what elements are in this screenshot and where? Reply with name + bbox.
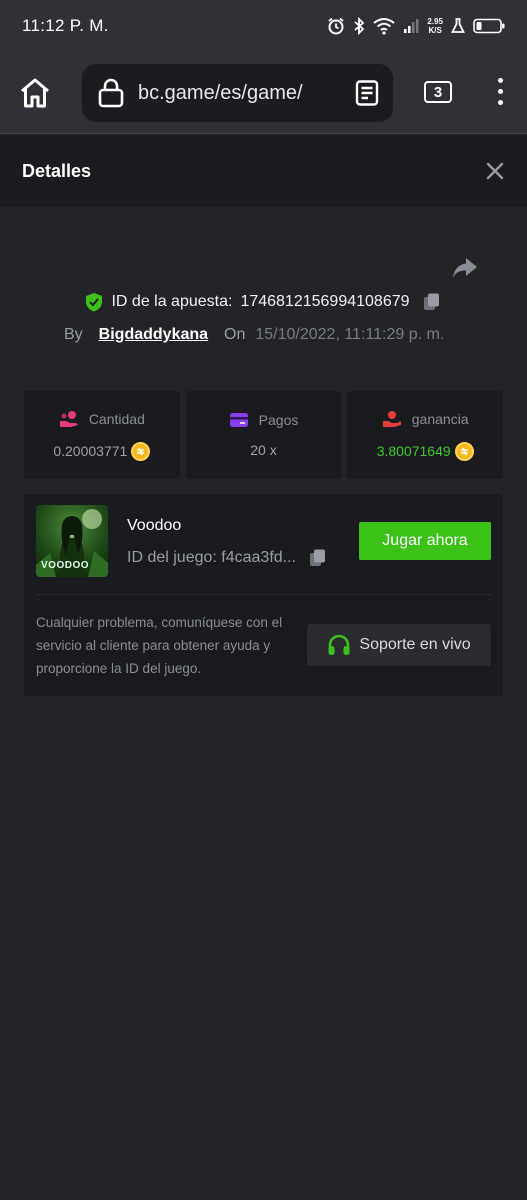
net-speed-unit: K/S — [428, 26, 442, 35]
stat-card-amount: Cantidad 0.20003771 — [24, 391, 180, 479]
lock-icon — [98, 78, 124, 108]
headphones-icon — [328, 634, 350, 655]
browser-toolbar: bc.game/es/game/ 3 — [0, 52, 527, 134]
username-link[interactable]: Bigdaddykana — [99, 326, 208, 344]
close-icon[interactable] — [485, 161, 505, 181]
modal-title: Detalles — [22, 160, 92, 181]
reader-mode-icon[interactable] — [355, 80, 379, 106]
coin-icon — [454, 441, 474, 461]
status-bar: 11:12 P. M. 2.95 K/S — [0, 0, 527, 52]
bluetooth-icon — [354, 17, 365, 35]
bet-id-value: 1746812156994108679 — [240, 293, 410, 310]
stat-value-row: 3.80071649 — [376, 441, 474, 461]
stat-value-row: 20 x — [250, 442, 276, 458]
divider — [36, 594, 491, 595]
stat-value: 20 x — [250, 442, 277, 458]
copy-icon[interactable] — [422, 292, 442, 312]
verified-shield-icon — [86, 293, 103, 312]
net-speed: 2.95 K/S — [427, 17, 443, 35]
more-vert-icon[interactable] — [492, 78, 508, 108]
stat-card-profit: ganancia 3.80071649 — [347, 391, 504, 479]
modal-header: Detalles — [0, 135, 527, 207]
stat-value-row: 0.20003771 — [53, 441, 151, 461]
status-time: 11:12 P. M. — [22, 16, 109, 35]
bet-id-row: ID de la apuesta: 1746812156994108679 — [0, 292, 527, 312]
stat-label: Cantidad — [88, 410, 145, 427]
status-icons: 2.95 K/S — [327, 17, 505, 35]
bet-date: 15/10/2022, 11:11:29 p. m. — [255, 326, 445, 343]
game-name: Voodoo — [127, 517, 182, 534]
game-card: VOODOO Voodoo ID del juego: f4caa3fd... … — [24, 494, 503, 696]
url-bar[interactable]: bc.game/es/game/ — [82, 64, 393, 122]
stat-label: ganancia — [411, 410, 469, 427]
coins-hand-icon — [59, 410, 78, 427]
wifi-icon — [373, 18, 396, 35]
by-label: By — [64, 326, 83, 343]
tab-switcher-button[interactable]: 3 — [424, 81, 452, 103]
stat-value: 0.20003771 — [53, 443, 128, 459]
url-text: bc.game/es/game/ — [138, 81, 303, 104]
live-support-label: Soporte en vivo — [359, 636, 471, 653]
net-speed-value: 2.95 — [427, 17, 443, 26]
home-icon[interactable] — [18, 76, 52, 110]
bet-author-row: By Bigdaddykana On 15/10/2022, 11:11:29 … — [64, 326, 444, 344]
game-thumbnail[interactable]: VOODOO — [36, 505, 108, 577]
copy-icon[interactable] — [308, 548, 328, 568]
stat-value: 3.80071649 — [376, 443, 451, 459]
flask-icon — [451, 18, 465, 33]
coin-icon — [131, 441, 151, 461]
share-icon[interactable] — [452, 256, 478, 280]
stat-card-payout: Pagos 20 x — [185, 391, 342, 479]
live-support-button[interactable]: Soporte en vivo — [307, 624, 491, 666]
thumbnail-title: VOODOO — [41, 560, 90, 571]
play-now-button[interactable]: Jugar ahora — [359, 522, 491, 560]
profit-hand-icon — [382, 410, 401, 427]
bet-id-label: ID de la apuesta: — [111, 293, 233, 310]
stat-label: Pagos — [258, 412, 299, 428]
stat-label-row: Pagos — [229, 412, 299, 428]
stat-label-row: ganancia — [382, 410, 469, 428]
card-icon — [229, 413, 248, 427]
alarm-icon — [328, 17, 344, 35]
stats-row: Cantidad 0.20003771 Pagos 20 x ganancia … — [24, 391, 504, 479]
game-id-row: ID del juego: f4caa3fd... — [127, 548, 328, 568]
signal-icon — [404, 19, 419, 33]
on-label: On — [224, 326, 246, 343]
help-text: Cualquier problema, comuníquese con el s… — [36, 615, 283, 676]
battery-icon — [473, 18, 505, 34]
game-id-label: ID del juego: f4caa3fd... — [127, 549, 296, 566]
stat-label-row: Cantidad — [59, 410, 145, 428]
